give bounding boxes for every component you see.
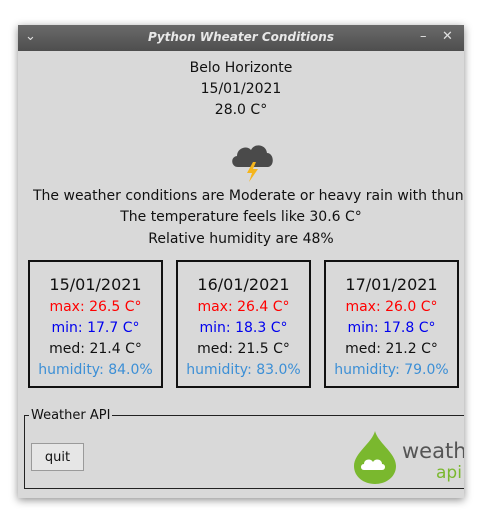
city-name: Belo Horizonte — [189, 60, 293, 76]
forecast-date: 15/01/2021 — [49, 275, 142, 294]
forecast-date: 17/01/2021 — [345, 275, 438, 294]
app-window: ⌄ Python Wheater Conditions – ✕ Belo Hor… — [18, 25, 464, 498]
forecast-card: 15/01/2021 max: 26.5 C° min: 17.7 C° med… — [28, 260, 163, 388]
quit-button[interactable]: quit — [31, 443, 84, 471]
forecast-date: 16/01/2021 — [197, 275, 290, 294]
forecast-med: med: 21.2 C° — [345, 341, 438, 357]
forecast-card: 16/01/2021 max: 26.4 C° min: 18.3 C° med… — [176, 260, 311, 388]
forecast-max: max: 26.4 C° — [197, 299, 290, 315]
forecast-min: min: 17.8 C° — [347, 320, 436, 336]
forecast-card: 17/01/2021 max: 26.0 C° min: 17.8 C° med… — [324, 260, 459, 388]
humidity-text: Relative humidity are 48% — [148, 231, 334, 247]
feels-like-text: The temperature feels like 30.6 C° — [120, 209, 362, 225]
logo-subtext: api — [436, 463, 462, 483]
forecast-med: med: 21.4 C° — [49, 341, 142, 357]
forecast-med: med: 21.5 C° — [197, 341, 290, 357]
close-icon[interactable]: ✕ — [442, 28, 453, 46]
weather-api-label: Weather API — [29, 408, 113, 423]
weatherapi-logo: weather api — [350, 429, 464, 485]
title-bar[interactable]: ⌄ Python Wheater Conditions – ✕ — [18, 25, 464, 51]
current-date: 15/01/2021 — [200, 81, 282, 97]
forecast-humidity: humidity: 84.0% — [38, 362, 153, 378]
window-title: Python Wheater Conditions — [148, 30, 334, 44]
forecast-humidity: humidity: 83.0% — [186, 362, 301, 378]
conditions-text: The weather conditions are Moderate or h… — [33, 188, 464, 204]
forecast-max: max: 26.5 C° — [49, 299, 142, 315]
water-drop-icon — [354, 431, 396, 484]
minimize-icon[interactable]: – — [420, 28, 427, 46]
current-temperature: 28.0 C° — [214, 102, 268, 118]
forecast-min: min: 17.7 C° — [51, 320, 140, 336]
logo-text: weather — [402, 439, 464, 463]
forecast-min: min: 18.3 C° — [199, 320, 288, 336]
forecast-humidity: humidity: 79.0% — [334, 362, 449, 378]
storm-cloud-icon — [232, 145, 273, 182]
forecast-max: max: 26.0 C° — [345, 299, 438, 315]
